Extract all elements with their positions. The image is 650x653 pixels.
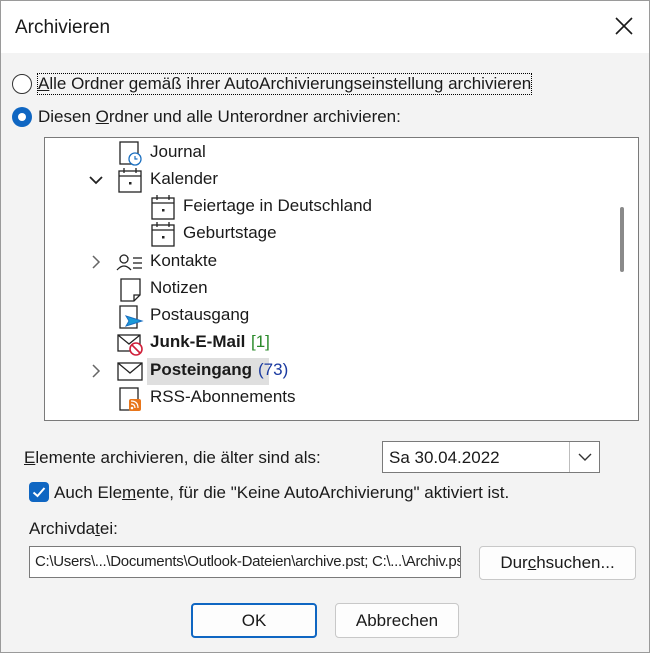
junk-mail-icon (115, 330, 145, 357)
tree-item[interactable]: Junk-E-Mail [1] (45, 330, 615, 357)
tree-item-label: Feiertage in Deutschland (183, 196, 373, 215)
tree-item-label: Posteingang (150, 360, 253, 379)
tree-item-label: Postausgang (150, 305, 250, 324)
outbox-icon (115, 303, 145, 330)
radio-this-folder[interactable] (12, 107, 32, 127)
folder-tree[interactable]: Journal Kalender Feiertage in Deutschland G… (44, 137, 639, 421)
include-no-autoarchive-label[interactable]: Auch Elemente, für die "Keine AutoArchiv… (54, 483, 509, 503)
all-folders-text: lle Ordner gemäß ihrer AutoArchivierungs… (49, 74, 532, 93)
rss-icon (115, 385, 145, 412)
cancel-button[interactable]: Abbrechen (335, 603, 459, 638)
tree-item-label: Junk-E-Mail (150, 332, 246, 351)
tree-item-label: Journal (150, 142, 206, 161)
inbox-icon (115, 358, 145, 385)
calendar-icon (148, 221, 178, 248)
calendar-icon (115, 167, 145, 194)
tree-item-count: [1] (251, 332, 270, 351)
radio-all-folders-label[interactable]: Alle Ordner gemäß ihrer AutoArchivierung… (36, 73, 533, 95)
close-icon[interactable] (609, 11, 639, 41)
radio-all-folders[interactable] (12, 74, 32, 94)
journal-icon (115, 140, 145, 167)
archive-older-label: Elemente archivieren, die älter sind als… (24, 448, 321, 467)
archive-date-value: Sa 30.04.2022 (389, 448, 500, 467)
archive-date-picker[interactable]: Sa 30.04.2022 (382, 441, 600, 473)
tree-item[interactable]: Kalender (45, 167, 615, 194)
radio-this-folder-label[interactable]: Diesen Ordner und alle Unterordner archi… (38, 107, 401, 127)
tree-item[interactable]: Journal (45, 140, 615, 167)
browse-button[interactable]: Durchsuchen... (479, 546, 636, 580)
chevron-down-icon[interactable] (569, 442, 599, 472)
title-bar: Archivieren (1, 1, 649, 53)
archive-file-input[interactable]: C:\Users\...\Documents\Outlook-Dateien\a… (29, 546, 461, 578)
archive-file-value: C:\Users\...\Documents\Outlook-Dateien\a… (35, 553, 461, 570)
dialog-title: Archivieren (15, 17, 111, 38)
archive-dialog: Archivieren Alle Ordner gemäß ihrer Auto… (0, 0, 650, 653)
tree-item-label: Kontakte (150, 251, 218, 270)
tree-item[interactable]: Feiertage in Deutschland (45, 194, 615, 221)
include-no-autoarchive-checkbox[interactable] (29, 482, 49, 502)
tree-item[interactable]: Kontakte (45, 249, 615, 276)
tree-item-label: Kalender (150, 169, 219, 188)
ok-button[interactable]: OK (191, 603, 317, 638)
chevron-right-icon[interactable] (87, 251, 105, 273)
archive-file-label: Archivdatei: (29, 519, 118, 538)
tree-item[interactable]: Posteingang (73) (45, 358, 615, 385)
tree-item-label: Geburtstage (183, 223, 277, 242)
tree-item[interactable]: Notizen (45, 276, 615, 303)
tree-item[interactable]: RSS-Abonnements (45, 385, 615, 412)
tree-item-label: Notizen (150, 278, 208, 297)
chevron-down-icon[interactable] (87, 169, 105, 191)
notes-icon (115, 276, 145, 303)
tree-item[interactable]: Postausgang (45, 303, 615, 330)
calendar-icon (148, 194, 178, 221)
tree-item[interactable]: Geburtstage (45, 221, 615, 248)
contacts-icon (115, 249, 145, 276)
tree-item-count: (73) (258, 360, 289, 379)
tree-scrollbar-thumb[interactable] (620, 207, 624, 272)
chevron-right-icon[interactable] (87, 360, 105, 382)
tree-item-label: RSS-Abonnements (150, 387, 296, 406)
